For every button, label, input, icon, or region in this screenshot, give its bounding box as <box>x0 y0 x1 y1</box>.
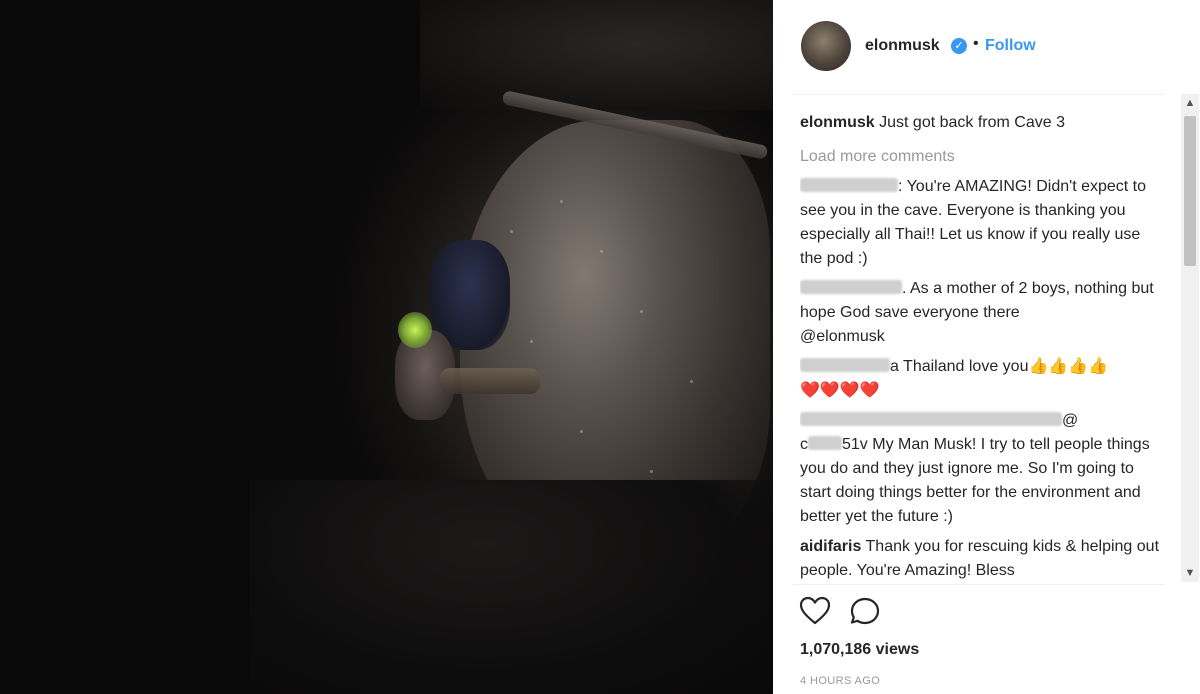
rock-speck <box>650 470 653 473</box>
rock-speck <box>560 200 563 203</box>
actions-divider <box>793 584 1165 585</box>
redacted-username <box>800 178 898 192</box>
post-timestamp[interactable]: 4 HOURS AGO <box>800 675 880 687</box>
redacted-username <box>800 412 1062 426</box>
verified-badge-icon: ✓ <box>951 38 967 54</box>
chevron-up-icon[interactable]: ▲ <box>1181 94 1199 112</box>
rock-speck <box>580 430 583 433</box>
comment-at: @ <box>1062 412 1079 429</box>
separator-dot: • <box>973 35 979 52</box>
comment-user-suffix: 51v <box>842 436 868 453</box>
redacted-username <box>808 436 842 450</box>
glowstick-light <box>398 312 432 348</box>
chevron-down-icon[interactable]: ▼ <box>1181 564 1199 582</box>
comment-item: a Thailand love you👍👍👍👍 ❤️❤️❤️❤️ <box>800 355 1160 403</box>
post-video[interactable] <box>0 0 773 694</box>
rock-speck <box>690 380 693 383</box>
cave-water <box>250 480 770 694</box>
comment-bubble-icon[interactable] <box>849 596 883 628</box>
diver-equipment <box>440 368 540 394</box>
comment-hearts: ❤️❤️❤️❤️ <box>800 382 880 399</box>
caption-text: Just got back from Cave 3 <box>879 114 1065 131</box>
username[interactable]: elonmusk <box>865 37 940 55</box>
scrollbar-thumb[interactable] <box>1184 116 1196 266</box>
comment-item: . As a mother of 2 boys, nothing but hop… <box>800 277 1160 349</box>
caption-username[interactable]: elonmusk <box>800 114 875 131</box>
comment-username[interactable]: aidifaris <box>800 538 861 555</box>
comments-list: elonmusk Just got back from Cave 3 Load … <box>800 111 1160 581</box>
post-sidebar: elonmusk ✓ • Follow elonmusk Just got ba… <box>773 0 1200 694</box>
redacted-username <box>800 280 902 294</box>
comment-text: a Thailand love you👍👍👍👍 <box>890 358 1109 375</box>
comment-item: : You're AMAZING! Didn't expect to see y… <box>800 175 1160 271</box>
avatar[interactable] <box>801 21 851 71</box>
comments-scrollbar[interactable]: ▲ ▼ <box>1181 94 1199 582</box>
rock-speck <box>600 250 603 253</box>
comment-item: aidifaris Thank you for rescuing kids & … <box>800 535 1160 581</box>
redacted-username <box>800 358 890 372</box>
load-more-comments-link[interactable]: Load more comments <box>800 145 1160 169</box>
header-divider <box>793 94 1165 95</box>
heart-icon[interactable] <box>799 596 833 628</box>
post-header: elonmusk ✓ • Follow <box>773 0 1200 94</box>
view-count[interactable]: 1,070,186 views <box>800 641 919 659</box>
comment-user-prefix: c <box>800 436 808 453</box>
rock-speck <box>640 310 643 313</box>
cave-ceiling <box>420 0 773 110</box>
comment-item: @ c 51v My Man Musk! I try to tell people… <box>800 409 1160 529</box>
caption: elonmusk Just got back from Cave 3 <box>800 111 1160 135</box>
mention-link[interactable]: @elonmusk <box>800 328 885 345</box>
rock-speck <box>510 230 513 233</box>
follow-button[interactable]: Follow <box>985 37 1036 55</box>
rock-speck <box>530 340 533 343</box>
